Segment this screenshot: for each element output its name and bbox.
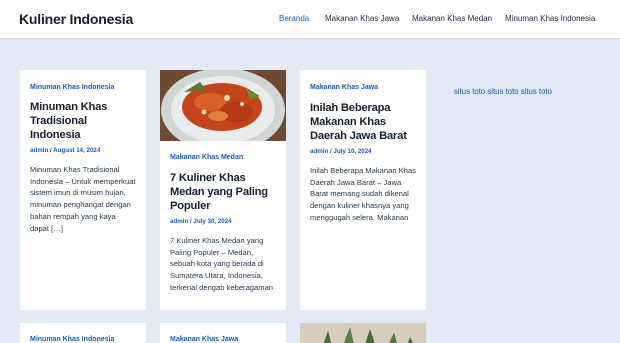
post-excerpt: 7 Kuliner Khas Medan yang Paling Populer…: [170, 236, 274, 292]
post-category[interactable]: Makanan Khas Jawa: [310, 83, 416, 92]
post-date[interactable]: July 10, 2024: [333, 148, 371, 155]
post-thumbnail[interactable]: [160, 70, 286, 141]
site-title[interactable]: Kuliner Indonesia: [19, 11, 133, 27]
post-category[interactable]: Minuman Khas Indonesia: [30, 335, 136, 343]
post-category[interactable]: Makanan Khas Jawa: [170, 335, 276, 343]
post-author[interactable]: admin: [310, 148, 328, 155]
post-card: Minuman Khas Indonesia: [20, 323, 146, 343]
post-meta: admin / July 30, 2024: [170, 218, 232, 225]
post-card: Makanan Khas Jawa: [160, 323, 286, 343]
nav-makanan-khas-jawa[interactable]: Makanan Khas Jawa: [325, 14, 399, 23]
post-title[interactable]: 7 Kuliner Khas Medan yang Paling Populer: [170, 171, 276, 213]
post-author[interactable]: admin: [170, 218, 188, 225]
post-date[interactable]: August 14, 2024: [53, 147, 100, 154]
post-title[interactable]: Inilah Beberapa Makanan Khas Daerah Jawa…: [310, 101, 416, 143]
post-card: Makanan Khas Medan 7 Kuliner Khas Medan …: [160, 70, 286, 310]
post-author[interactable]: admin: [30, 147, 48, 154]
nav-minuman-khas-indonesia[interactable]: Minuman Khas Indonesia: [505, 14, 595, 23]
post-thumbnail[interactable]: [300, 323, 426, 343]
sidebar-link[interactable]: situs toto situs toto situs toto: [454, 87, 552, 96]
site-header: Kuliner Indonesia Beranda Makanan Khas J…: [0, 0, 620, 39]
post-category[interactable]: Makanan Khas Medan: [170, 153, 276, 162]
post-card: [300, 323, 426, 343]
post-category[interactable]: Minuman Khas Indonesia: [30, 83, 136, 92]
nav-makanan-khas-medan[interactable]: Makanan Khas Medan: [412, 14, 492, 23]
post-meta: admin / July 10, 2024: [310, 148, 372, 155]
post-title[interactable]: Minuman Khas Tradisional Indonesia: [30, 100, 136, 142]
post-card: Makanan Khas Jawa Inilah Beberapa Makana…: [300, 70, 426, 310]
post-meta: admin / August 14, 2024: [30, 147, 101, 154]
post-excerpt: Inilah Beberapa Makanan Khas Daerah Jawa…: [310, 166, 416, 222]
post-card: Minuman Khas Indonesia Minuman Khas Trad…: [20, 70, 146, 310]
nav-beranda[interactable]: Beranda: [279, 14, 309, 23]
post-excerpt: Minuman Khas Tradisional Indonesia – Unt…: [30, 165, 136, 233]
post-date[interactable]: July 30, 2024: [193, 218, 231, 225]
